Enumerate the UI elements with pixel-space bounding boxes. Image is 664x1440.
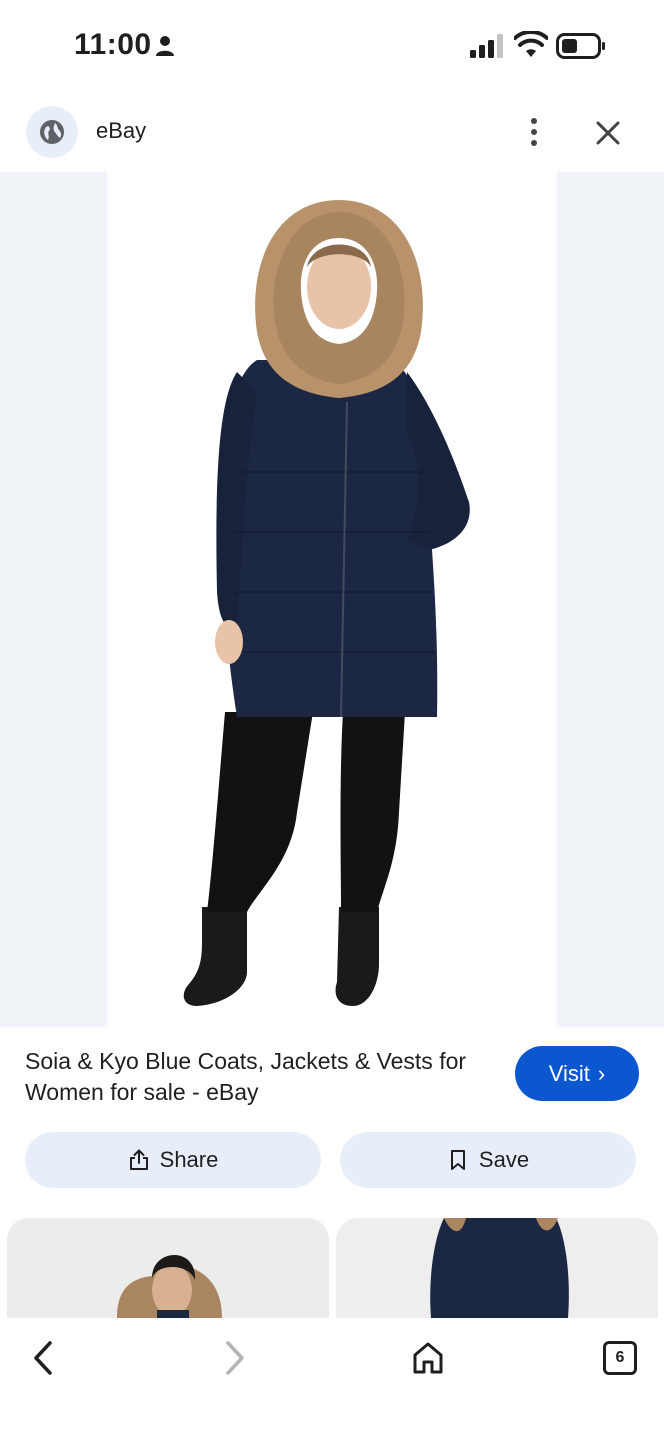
chevron-right-icon [226,1341,244,1375]
more-options-icon[interactable] [522,114,546,150]
visit-button[interactable]: Visit › [515,1046,639,1101]
close-icon[interactable] [592,117,624,149]
image-preview[interactable] [0,172,664,1027]
chevron-right-icon: › [597,1060,606,1086]
wifi-icon [514,31,548,57]
person-icon [156,36,174,56]
related-image-1-illustration [117,1255,222,1318]
share-icon [129,1149,148,1170]
save-button[interactable]: Save [340,1132,636,1188]
home-button[interactable] [404,1334,452,1382]
status-time: 11:00 [74,28,152,61]
globe-icon [40,120,64,144]
share-button-label: Share [159,1147,219,1172]
status-bar: 11:00 [0,0,664,92]
site-favicon [26,106,78,158]
back-button[interactable] [20,1334,68,1382]
battery-icon [556,33,605,59]
visit-button-label: Visit [548,1060,590,1086]
forward-button[interactable] [210,1334,258,1382]
product-image[interactable] [107,172,557,1027]
bookmark-icon [450,1150,465,1170]
result-title[interactable]: Soia & Kyo Blue Coats, Jackets & Vests f… [25,1046,495,1108]
app-header: eBay [0,100,664,172]
chevron-left-icon [34,1341,52,1375]
related-image-2-illustration [430,1218,569,1318]
home-icon [413,1342,443,1374]
tabs-button[interactable]: 6 [596,1334,644,1382]
signal-icon [470,34,503,58]
bottom-nav: 6 [0,1318,664,1440]
coat-illustration [183,200,470,1006]
related-image-1[interactable] [7,1218,329,1318]
related-image-2[interactable] [336,1218,658,1318]
save-button-label: Save [478,1147,530,1172]
site-name: eBay [96,118,147,143]
share-button[interactable]: Share [25,1132,321,1188]
tab-count: 6 [603,1341,637,1375]
